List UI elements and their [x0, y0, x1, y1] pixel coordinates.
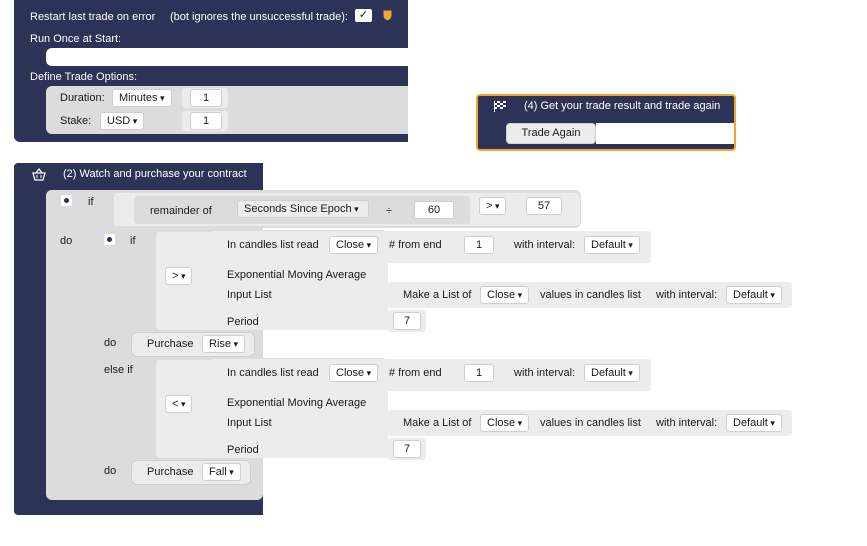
divide-symbol: ÷	[386, 205, 393, 217]
fall-list-field-dropdown[interactable]: Close	[480, 414, 530, 432]
purchase-rise-label: Purchase	[147, 338, 194, 350]
trade-again-statement-slot	[596, 123, 734, 144]
rise-field-dropdown[interactable]: Close	[329, 236, 379, 254]
else-if-label: else if	[104, 364, 133, 376]
fall-contract-dropdown[interactable]: Fall	[202, 463, 241, 481]
duration-value-input[interactable]: 1	[190, 89, 222, 107]
rise-list-field-dropdown[interactable]: Close	[480, 286, 530, 304]
fall-operator-dropdown[interactable]: <	[165, 395, 193, 413]
outer-if-label: if	[88, 196, 94, 208]
currency-dropdown[interactable]: USD	[100, 112, 145, 130]
fall-values-label: values in candles list	[540, 417, 641, 429]
seconds-since-epoch-block[interactable]: Seconds Since Epoch	[237, 200, 369, 218]
shield-icon	[383, 10, 392, 21]
compare-value-input[interactable]: 57	[526, 197, 562, 215]
duration-label: Duration:	[60, 92, 105, 104]
fall-make-list-label: Make a List of	[403, 417, 472, 429]
rise-contract-dropdown[interactable]: Rise	[202, 335, 246, 353]
rise-do-label: do	[104, 337, 117, 349]
inner-if-label: if	[130, 235, 136, 247]
fall-with-interval-label-2: with interval:	[656, 417, 718, 429]
fall-candles-list-read-label: In candles list read	[227, 367, 319, 379]
gear-icon[interactable]	[104, 234, 115, 245]
rise-period-label: Period	[227, 316, 259, 328]
fall-from-end-label: # from end	[389, 367, 442, 379]
rise-make-list-label: Make a List of	[403, 289, 472, 301]
fall-with-interval-label: with interval:	[514, 367, 576, 379]
remainder-label: remainder of	[150, 205, 212, 217]
rise-values-label: values in candles list	[540, 289, 641, 301]
rise-with-interval-label: with interval:	[514, 239, 576, 251]
gear-icon[interactable]	[61, 195, 72, 206]
rise-ema-label: Exponential Moving Average	[227, 269, 367, 281]
rise-interval-dropdown[interactable]: Default	[584, 236, 640, 254]
rise-candles-list-read-label: In candles list read	[227, 239, 319, 251]
trade-again-button[interactable]: Trade Again	[506, 123, 596, 144]
stake-label: Stake:	[60, 115, 92, 127]
rise-list-interval-dropdown[interactable]: Default	[726, 286, 782, 304]
rise-from-end-label: # from end	[389, 239, 442, 251]
restart-error-checkbox[interactable]: ✓	[355, 9, 372, 22]
watch-purchase-title: (2) Watch and purchase your contract	[63, 168, 247, 180]
fall-from-end-input[interactable]: 1	[464, 364, 494, 382]
rise-input-list-label: Input List	[227, 289, 272, 301]
divisor-input[interactable]: 60	[414, 201, 454, 219]
fall-ema-label: Exponential Moving Average	[227, 397, 367, 409]
run-once-label: Run Once at Start:	[30, 33, 122, 45]
basket-icon	[32, 167, 46, 181]
fall-list-interval-dropdown[interactable]: Default	[726, 414, 782, 432]
checkered-flag-icon	[493, 100, 507, 112]
stake-value-input[interactable]: 1	[190, 112, 222, 130]
duration-unit-dropdown[interactable]: Minutes	[112, 89, 172, 107]
fall-period-input[interactable]: 7	[393, 440, 421, 458]
define-trade-options-label: Define Trade Options:	[30, 71, 138, 83]
fall-input-list-label: Input List	[227, 417, 272, 429]
run-once-slot[interactable]	[46, 48, 408, 66]
rise-with-interval-label-2: with interval:	[656, 289, 718, 301]
fall-field-dropdown[interactable]: Close	[329, 364, 379, 382]
outer-do-label: do	[60, 235, 73, 247]
restart-error-note: (bot ignores the unsuccessful trade):	[170, 11, 348, 23]
trade-again-block-title: (4) Get your trade result and trade agai…	[524, 100, 721, 112]
fall-period-label: Period	[227, 444, 259, 456]
seconds-since-epoch-label: Seconds Since Epoch	[244, 203, 352, 215]
rise-operator-dropdown[interactable]: >	[165, 267, 193, 285]
restart-error-label: Restart last trade on error	[30, 11, 156, 23]
rise-from-end-input[interactable]: 1	[464, 236, 494, 254]
compare-operator-dropdown[interactable]: >	[479, 197, 507, 215]
fall-do-label: do	[104, 465, 117, 477]
fall-interval-dropdown[interactable]: Default	[584, 364, 640, 382]
purchase-fall-label: Purchase	[147, 466, 194, 478]
rise-period-input[interactable]: 7	[393, 312, 421, 330]
check-icon: ✓	[358, 9, 369, 21]
trade-again-label: Trade Again	[521, 127, 581, 139]
